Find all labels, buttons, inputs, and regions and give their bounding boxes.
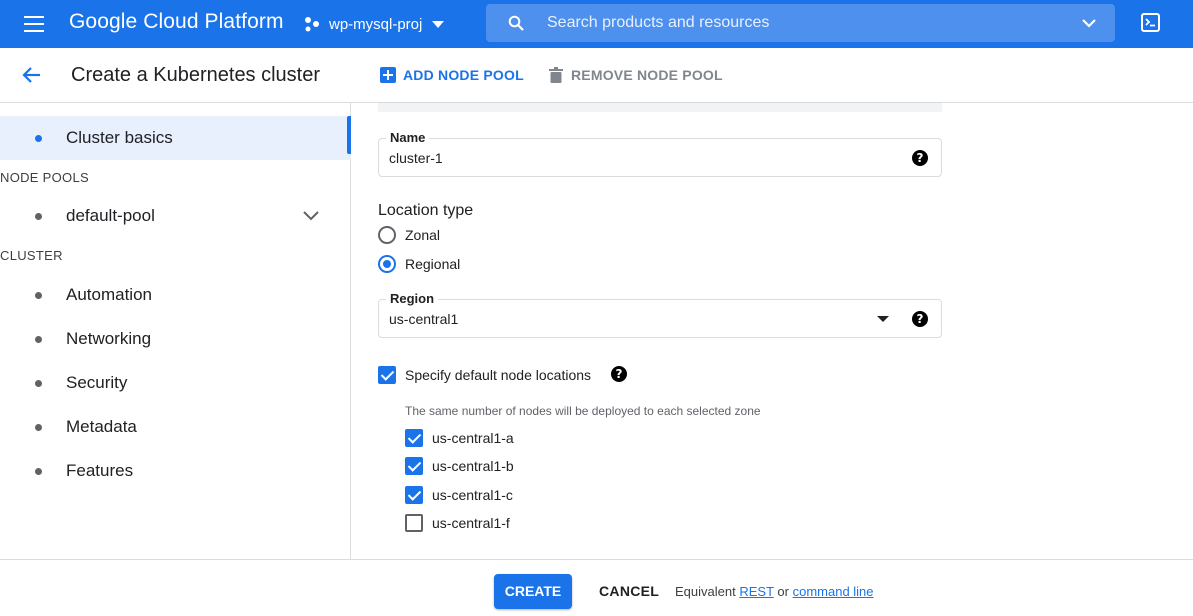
section-header-cluster: CLUSTER [0, 248, 63, 263]
create-button[interactable]: CREATE [494, 574, 572, 609]
sidebar-item-label: Automation [66, 285, 152, 304]
zone-label: us-central1-c [432, 487, 513, 503]
help-icon[interactable]: ? [912, 150, 928, 166]
menu-icon[interactable] [22, 13, 46, 35]
radio-zonal[interactable]: Zonal [378, 226, 440, 244]
cloud-shell-icon[interactable] [1141, 13, 1160, 32]
bullet-icon [35, 292, 42, 299]
rest-link[interactable]: REST [739, 584, 773, 599]
checkbox-checked-icon[interactable] [405, 429, 423, 447]
radio-unchecked-icon[interactable] [378, 226, 396, 244]
sidebar-item-security[interactable]: Security [0, 361, 351, 405]
bullet-icon [35, 336, 42, 343]
cancel-button[interactable]: CANCEL [599, 583, 659, 599]
region-select[interactable]: Region us-central1 ? [378, 291, 942, 338]
region-value: us-central1 [389, 311, 459, 327]
caret-down-icon [432, 20, 445, 28]
project-name: wp-mysql-proj [329, 15, 423, 33]
checkbox-label: Specify default node locations [405, 367, 592, 383]
add-box-icon [380, 67, 396, 83]
zone-checkbox-c[interactable]: us-central1-c [405, 486, 513, 504]
help-icon[interactable]: ? [912, 311, 928, 327]
zone-label: us-central1-f [432, 515, 510, 531]
section-header-node-pools: NODE POOLS [0, 170, 89, 185]
active-indicator [347, 116, 351, 154]
radio-regional[interactable]: Regional [378, 255, 460, 273]
checkbox-checked-icon[interactable] [405, 486, 423, 504]
page-title: Create a Kubernetes cluster [71, 64, 321, 86]
zone-checkbox-a[interactable]: us-central1-a [405, 429, 514, 447]
sidebar-nav: Cluster basics NODE POOLS default-pool C… [0, 103, 351, 559]
search-placeholder: Search products and resources [547, 14, 770, 31]
sidebar-item-label: Features [66, 461, 134, 480]
name-field-label: Name [386, 130, 430, 145]
remove-node-pool-button[interactable]: REMOVE NODE POOL [549, 67, 723, 83]
equivalent-prefix: Equivalent [675, 584, 736, 599]
remove-node-pool-label: REMOVE NODE POOL [571, 67, 723, 83]
checkbox-checked-icon[interactable] [405, 457, 423, 475]
checkbox-checked-icon[interactable] [378, 366, 396, 384]
bullet-icon [35, 424, 42, 431]
help-icon[interactable]: ? [611, 366, 627, 382]
project-selector[interactable]: wp-mysql-proj [303, 10, 445, 38]
section-divider [378, 103, 942, 112]
sidebar-item-automation[interactable]: Automation [0, 273, 351, 317]
zone-checkbox-f[interactable]: us-central1-f [405, 514, 510, 532]
equivalent-links: Equivalent REST or command line [675, 584, 874, 599]
radio-label: Regional [405, 256, 461, 272]
bullet-icon [35, 468, 42, 475]
name-input[interactable] [389, 150, 869, 166]
zone-checkbox-b[interactable]: us-central1-b [405, 457, 514, 475]
trash-icon [549, 67, 563, 83]
footer-bar: CREATE CANCEL Equivalent REST or command… [0, 559, 1193, 616]
search-bar[interactable]: Search products and resources [486, 4, 1115, 42]
sidebar-item-metadata[interactable]: Metadata [0, 405, 351, 449]
or-text: or [777, 584, 789, 599]
bullet-icon [35, 380, 42, 387]
zone-label: us-central1-b [432, 458, 514, 474]
sidebar-item-default-pool[interactable]: default-pool [0, 194, 351, 238]
sidebar-item-label: Cluster basics [66, 128, 173, 147]
brand-title[interactable]: Google Cloud Platform [69, 10, 284, 34]
project-icon [305, 17, 319, 32]
top-app-bar: Google Cloud Platform wp-mysql-proj Sear… [0, 0, 1193, 48]
location-type-title: Location type [378, 202, 474, 219]
page-header: Create a Kubernetes cluster ADD NODE POO… [0, 48, 1193, 103]
command-line-link[interactable]: command line [793, 584, 874, 599]
sidebar-item-label: Metadata [66, 417, 137, 436]
radio-checked-icon[interactable] [378, 255, 396, 273]
zone-label: us-central1-a [432, 430, 514, 446]
radio-label: Zonal [405, 227, 441, 243]
sidebar-item-label: Networking [66, 329, 152, 348]
specify-node-locations-checkbox[interactable]: Specify default node locations [378, 366, 591, 384]
sidebar-item-features[interactable]: Features [0, 449, 351, 493]
zones-hint: The same number of nodes will be deploye… [405, 404, 761, 418]
add-node-pool-button[interactable]: ADD NODE POOL [380, 67, 524, 83]
name-field[interactable]: Name ? [378, 130, 942, 177]
bullet-icon [35, 213, 42, 220]
dropdown-arrow-icon[interactable] [877, 316, 889, 322]
region-field-label: Region [386, 291, 439, 306]
sidebar-item-label: default-pool [66, 206, 155, 225]
back-arrow-icon[interactable] [20, 63, 44, 87]
search-icon [508, 15, 524, 31]
chevron-down-icon[interactable] [303, 211, 319, 221]
checkbox-unchecked-icon[interactable] [405, 514, 423, 532]
sidebar-item-label: Security [66, 373, 128, 392]
add-node-pool-label: ADD NODE POOL [403, 67, 524, 83]
sidebar-item-networking[interactable]: Networking [0, 317, 351, 361]
sidebar-item-cluster-basics[interactable]: Cluster basics [0, 116, 351, 160]
bullet-icon [35, 135, 42, 142]
chevron-down-icon[interactable] [1081, 17, 1097, 29]
